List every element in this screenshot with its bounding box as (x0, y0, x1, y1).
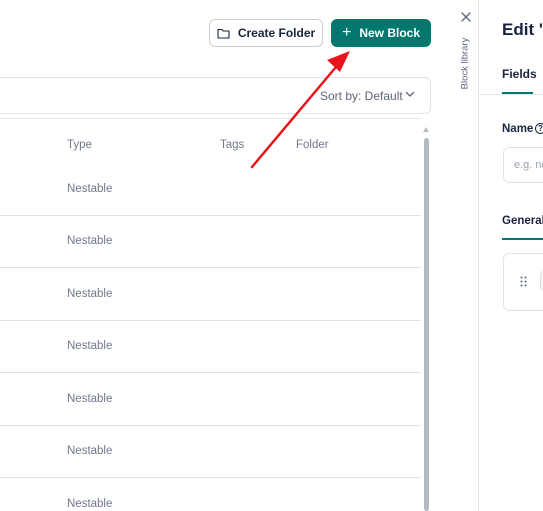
table-row[interactable]: Nestable (67, 340, 112, 352)
sort-dropdown[interactable]: Sort by: Default (320, 89, 403, 103)
row-divider (0, 215, 421, 216)
column-header-tags[interactable]: Tags (220, 139, 244, 151)
row-divider (0, 372, 421, 373)
scroll-up-arrow[interactable] (423, 127, 429, 132)
scrollbar-thumb[interactable] (424, 138, 429, 511)
panel-divider (478, 0, 479, 511)
table-row[interactable]: Nestable (67, 288, 112, 300)
help-icon[interactable]: ? (535, 123, 543, 134)
row-divider (0, 267, 421, 268)
column-header-type[interactable]: Type (67, 139, 92, 151)
table-row[interactable]: Nestable (67, 445, 112, 457)
folder-icon (217, 28, 230, 39)
close-icon[interactable] (460, 11, 472, 23)
panel-title: Edit 'p (502, 20, 543, 39)
table-row[interactable]: Nestable (67, 183, 112, 195)
table-top-border (0, 118, 421, 119)
create-folder-button[interactable]: Create Folder (209, 19, 323, 47)
row-divider (0, 320, 421, 321)
name-input[interactable] (503, 147, 543, 183)
block-library-tab[interactable]: Block library (460, 29, 471, 99)
drag-handle-icon[interactable] (520, 276, 527, 287)
table-row[interactable]: Nestable (67, 235, 112, 247)
tab-fields[interactable]: Fields (502, 67, 537, 81)
table-row[interactable]: Nestable (67, 393, 112, 405)
general-section-tab[interactable]: General (502, 215, 543, 227)
tabs-divider (479, 94, 543, 95)
plus-icon: + (341, 24, 352, 41)
create-folder-label: Create Folder (237, 26, 316, 40)
general-tab-indicator (502, 238, 543, 240)
chevron-down-icon[interactable] (404, 88, 416, 100)
row-divider (0, 425, 421, 426)
column-header-folder[interactable]: Folder (296, 139, 329, 151)
row-divider (0, 477, 421, 478)
name-field-label: Name (502, 123, 534, 135)
new-block-button[interactable]: + New Block (331, 19, 431, 47)
table-row[interactable]: Nestable (67, 498, 112, 510)
new-block-label: New Block (359, 26, 421, 40)
